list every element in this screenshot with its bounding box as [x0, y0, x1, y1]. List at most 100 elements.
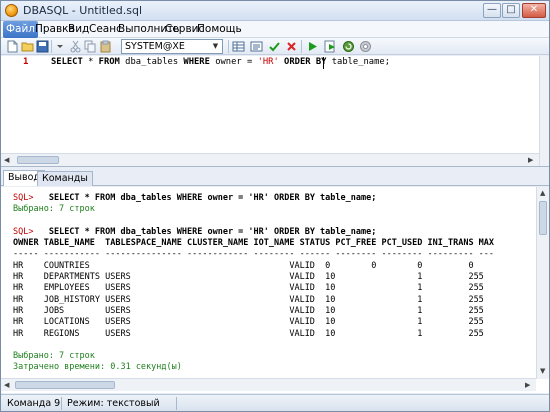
text-cursor	[323, 57, 324, 69]
result-row: HR DEPARTMENTS USERS VALID 10 1 255	[13, 272, 484, 283]
sql-prompt: SQL>	[13, 193, 34, 203]
result-row: HR COUNTRIES VALID 0 0 0 0	[13, 260, 474, 271]
output-horizontal-scrollbar[interactable]: ◀ ▶	[1, 378, 536, 391]
grid-view-icon[interactable]	[232, 40, 245, 53]
sql-editor[interactable]: 1 SELECT * FROM dba_tables WHERE owner =…	[1, 56, 549, 167]
code-text: table_name;	[326, 57, 390, 67]
app-logo-icon	[5, 4, 18, 17]
run-script-icon[interactable]	[324, 40, 337, 53]
output-line: HR LOCATIONS USERS VALID 10 1 255	[13, 317, 533, 328]
output-line: Выбрано: 7 строк	[13, 204, 533, 215]
settings-icon[interactable]	[359, 40, 372, 53]
sql-echo: SELECT * FROM dba_tables WHERE owner = '…	[33, 193, 377, 203]
close-button[interactable]: ✕	[522, 3, 546, 18]
copy-icon[interactable]	[84, 40, 97, 53]
connection-select[interactable]: SYSTEM@XE ▼	[121, 39, 223, 54]
keyword: BY	[315, 57, 327, 67]
result-row: HR JOBS USERS VALID 10 1 255	[13, 305, 484, 316]
toolbar-separator	[228, 40, 229, 53]
menu-bar: Файл Правка Вид Сеанс Выполнить Сервис П…	[1, 21, 549, 38]
scroll-thumb[interactable]	[15, 381, 115, 389]
chevron-down-icon: ▼	[212, 42, 219, 50]
output-tabs: Вывод Команды	[1, 169, 549, 186]
window-title: DBASQL - Untitled.sql	[23, 4, 143, 17]
dropdown-arrow-icon[interactable]	[54, 40, 67, 53]
output-line: HR JOBS USERS VALID 10 1 255	[13, 306, 533, 317]
output-line: Затрачено времени: 0.31 секунд(ы)	[13, 362, 533, 373]
scroll-down-icon[interactable]: ▼	[540, 367, 545, 375]
keyword: WHERE	[183, 57, 210, 67]
output-vertical-scrollbar[interactable]: ▲ ▼	[536, 187, 549, 379]
result-row: HR EMPLOYEES USERS VALID 10 1 255	[13, 283, 484, 294]
output-line: SQL> SELECT * FROM dba_tables WHERE owne…	[13, 227, 533, 238]
sql-code-line[interactable]: SELECT * FROM dba_tables WHERE owner = '…	[51, 57, 390, 67]
new-file-icon[interactable]	[6, 40, 19, 53]
scroll-thumb[interactable]	[17, 156, 59, 164]
toolbar-separator	[301, 40, 302, 53]
output-line: HR JOB_HISTORY USERS VALID 10 1 255	[13, 295, 533, 306]
commit-icon[interactable]	[268, 40, 281, 53]
result-header: OWNER TABLE_NAME TABLESPACE_NAME CLUSTER…	[13, 238, 495, 249]
result-row: HR JOB_HISTORY USERS VALID 10 1 255	[13, 294, 484, 305]
output-line: ----- ----------- --------------- ------…	[13, 249, 533, 260]
result-row: ----- ----------- --------------- ------…	[13, 249, 495, 260]
menu-help[interactable]: Помощь	[194, 21, 245, 38]
scroll-left-icon[interactable]: ◀	[4, 156, 9, 164]
keyword: FROM	[98, 57, 120, 67]
toolbar-separator	[51, 40, 52, 53]
status-separator	[176, 397, 177, 410]
line-number: 1	[23, 57, 29, 67]
keyword: SELECT	[51, 57, 83, 67]
sql-echo: SELECT * FROM dba_tables WHERE owner = '…	[33, 226, 377, 237]
run-icon[interactable]	[306, 40, 319, 53]
editor-horizontal-scrollbar[interactable]: ◀ ▶	[1, 153, 539, 166]
minimize-button[interactable]: —	[483, 3, 501, 18]
maximize-button[interactable]: □	[502, 3, 520, 18]
code-text: owner =	[209, 57, 258, 67]
tab-commands[interactable]: Команды	[37, 171, 93, 186]
output-line: HR EMPLOYEES USERS VALID 10 1 255	[13, 283, 533, 294]
rollback-icon[interactable]	[285, 40, 298, 53]
editor-icon[interactable]	[250, 40, 263, 53]
result-row: HR LOCATIONS USERS VALID 10 1 255	[13, 317, 484, 328]
cut-icon[interactable]	[69, 40, 82, 53]
output-panel: SQL> SELECT * FROM dba_tables WHERE owne…	[1, 187, 549, 393]
keyword: ORDER	[278, 57, 316, 67]
output-line: HR COUNTRIES VALID 0 0 0 0	[13, 261, 533, 272]
output-line: HR REGIONS USERS VALID 10 1 255	[13, 329, 533, 340]
scroll-up-icon[interactable]: ▲	[540, 189, 545, 197]
info-message: Выбрано: 7 строк	[13, 204, 95, 215]
result-row: HR REGIONS USERS VALID 10 1 255	[13, 328, 484, 339]
string-literal: 'HR'	[257, 57, 279, 67]
output-line: HR DEPARTMENTS USERS VALID 10 1 255	[13, 272, 533, 283]
status-command: Команда 9	[7, 398, 61, 409]
open-folder-icon[interactable]	[21, 40, 34, 53]
code-text: dba_tables	[119, 57, 184, 67]
info-message: Выбрано: 7 строк	[13, 351, 95, 362]
line-gutter: 1	[1, 56, 41, 156]
status-separator	[61, 397, 62, 410]
app-window: DBASQL - Untitled.sql — □ ✕ Файл Правка …	[0, 0, 550, 412]
connection-value: SYSTEM@XE	[125, 41, 185, 52]
scroll-right-icon[interactable]: ▶	[525, 381, 530, 389]
scroll-left-icon[interactable]: ◀	[4, 381, 9, 389]
paste-icon[interactable]	[99, 40, 112, 53]
scroll-right-icon[interactable]: ▶	[528, 156, 533, 164]
toolbar: SYSTEM@XE ▼	[1, 38, 549, 55]
refresh-icon[interactable]	[342, 40, 355, 53]
status-bar: Команда 9 Режим: текстовый	[1, 394, 549, 411]
editor-vertical-scrollbar[interactable]	[539, 56, 549, 166]
title-bar: DBASQL - Untitled.sql — □ ✕	[1, 1, 549, 21]
scroll-thumb[interactable]	[539, 201, 547, 235]
output-line: Выбрано: 7 строк	[13, 351, 533, 362]
save-icon[interactable]	[36, 40, 49, 53]
info-message: Затрачено времени: 0.31 секунд(ы)	[13, 362, 182, 373]
code-text: *	[82, 57, 99, 67]
sql-prompt: SQL>	[13, 226, 34, 237]
status-mode: Режим: текстовый	[67, 398, 160, 409]
output-line: SQL> SELECT * FROM dba_tables WHERE owne…	[13, 193, 533, 204]
output-line: OWNER TABLE_NAME TABLESPACE_NAME CLUSTER…	[13, 238, 533, 249]
output-text[interactable]: SQL> SELECT * FROM dba_tables WHERE owne…	[13, 193, 533, 373]
